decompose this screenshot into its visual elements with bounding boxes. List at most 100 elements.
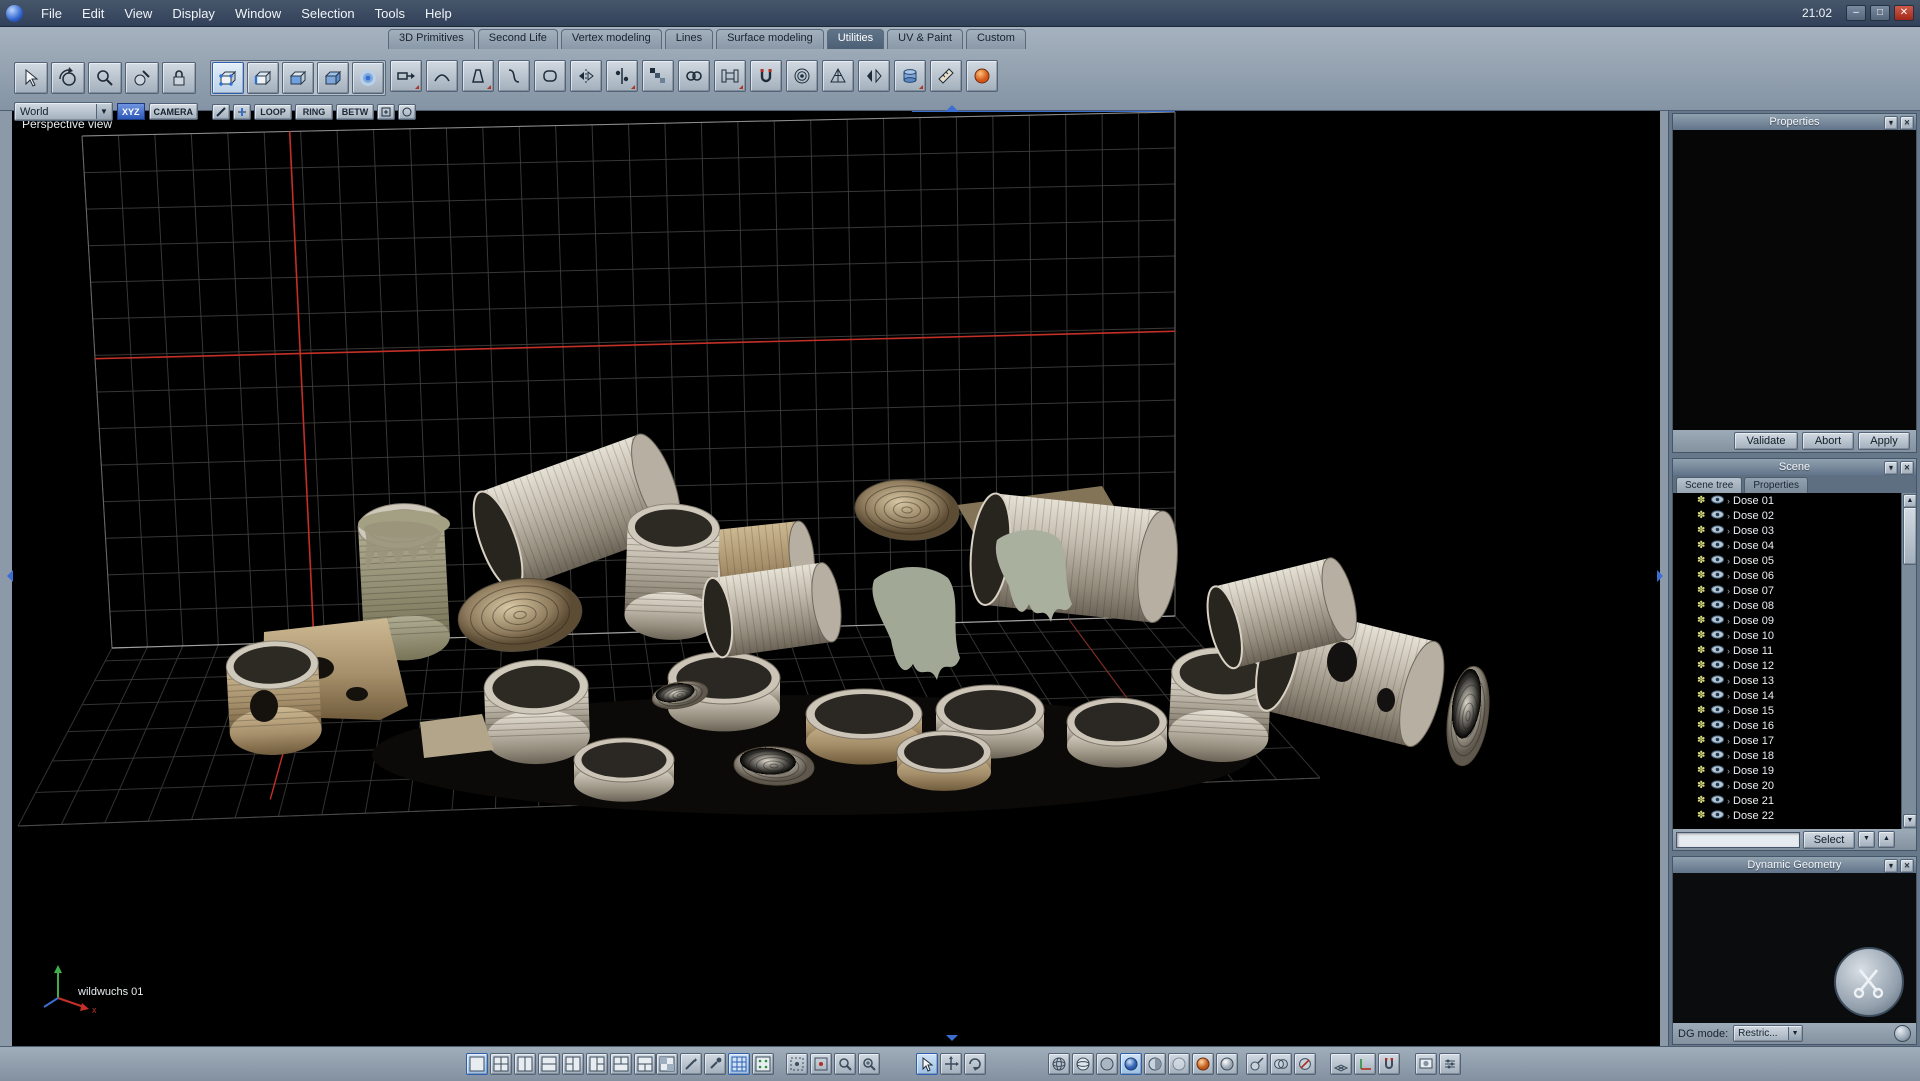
expander-icon[interactable]: ›	[1727, 571, 1730, 581]
decimate-tool-icon[interactable]	[822, 60, 854, 92]
paintbrush-icon[interactable]	[704, 1053, 726, 1075]
normals-icon[interactable]	[1246, 1053, 1268, 1075]
select-arrow-icon[interactable]	[14, 62, 48, 94]
menu-display[interactable]: Display	[162, 6, 225, 21]
scene-tree-item[interactable]: ✽›Dose 13	[1673, 673, 1902, 688]
visibility-eye-icon[interactable]	[1711, 645, 1724, 657]
camera-lock-icon[interactable]	[162, 62, 196, 94]
tab-uv-paint[interactable]: UV & Paint	[887, 29, 963, 49]
scene-tree-item[interactable]: ✽›Dose 01	[1673, 493, 1902, 508]
select-edges-icon[interactable]	[247, 62, 279, 94]
copy-on-support-tool-icon[interactable]	[606, 60, 638, 92]
scene-tree-item[interactable]: ✽›Dose 21	[1673, 793, 1902, 808]
tab-lines[interactable]: Lines	[665, 29, 713, 49]
move-tool-icon[interactable]	[940, 1053, 962, 1075]
expander-icon[interactable]: ›	[1727, 811, 1730, 821]
visibility-eye-icon[interactable]	[1711, 735, 1724, 747]
flip-tool-icon[interactable]	[858, 60, 890, 92]
show-axes-icon[interactable]	[1354, 1053, 1376, 1075]
grow-selection-icon[interactable]	[377, 104, 395, 120]
twist-tool-icon[interactable]	[498, 60, 530, 92]
world-space-select[interactable]: World ▼	[14, 102, 113, 121]
menu-view[interactable]: View	[114, 6, 162, 21]
expander-icon[interactable]: ›	[1727, 556, 1730, 566]
dynamic-geometry-title[interactable]: Dynamic Geometry ▾ ✕	[1673, 857, 1916, 873]
snap-grid-icon[interactable]	[728, 1053, 750, 1075]
backface-culling-icon[interactable]	[1294, 1053, 1316, 1075]
expander-icon[interactable]: ›	[1727, 676, 1730, 686]
scene-tree-item[interactable]: ✽›Dose 14	[1673, 688, 1902, 703]
thickness-tool-icon[interactable]	[894, 60, 926, 92]
multiple-copies-tool-icon[interactable]	[642, 60, 674, 92]
expander-icon[interactable]: ›	[1727, 511, 1730, 521]
tab-3d-primitives[interactable]: 3D Primitives	[388, 29, 475, 49]
scene-tree-item[interactable]: ✽›Dose 12	[1673, 658, 1902, 673]
expander-icon[interactable]: ›	[1727, 526, 1730, 536]
chevron-down-icon[interactable]: ▼	[1788, 1027, 1801, 1040]
pencil-icon[interactable]	[212, 104, 230, 120]
pane-splitter-left-icon[interactable]	[1, 570, 13, 582]
scene-tree-item[interactable]: ✽›Dose 06	[1673, 568, 1902, 583]
shading-wireframe-icon[interactable]	[1048, 1053, 1070, 1075]
zoom-region-icon[interactable]	[858, 1053, 880, 1075]
preferences-icon[interactable]	[1439, 1053, 1461, 1075]
expander-icon[interactable]: ›	[1727, 586, 1730, 596]
snap-magnet-icon[interactable]	[1378, 1053, 1400, 1075]
uv-checker-icon[interactable]	[656, 1053, 678, 1075]
bend-tool-icon[interactable]	[426, 60, 458, 92]
select-button[interactable]: Select	[1803, 831, 1855, 849]
menu-tools[interactable]: Tools	[365, 6, 415, 21]
close-panel-icon[interactable]: ✕	[1900, 859, 1914, 873]
bridge-tool-icon[interactable]	[714, 60, 746, 92]
expander-icon[interactable]: ›	[1727, 796, 1730, 806]
tab-scene-properties[interactable]: Properties	[1744, 477, 1808, 493]
select-soft-icon[interactable]	[352, 62, 384, 94]
scroll-thumb[interactable]	[1903, 507, 1916, 565]
tab-surface-modeling[interactable]: Surface modeling	[716, 29, 824, 49]
visibility-eye-icon[interactable]	[1711, 555, 1724, 567]
visibility-eye-icon[interactable]	[1711, 510, 1724, 522]
scene-tree-item[interactable]: ✽›Dose 04	[1673, 538, 1902, 553]
maximize-button[interactable]: □	[1870, 5, 1890, 21]
layout-three-bottom-icon[interactable]	[634, 1053, 656, 1075]
expander-icon[interactable]: ›	[1727, 601, 1730, 611]
rollup-icon[interactable]: ▾	[1884, 461, 1898, 475]
expander-icon[interactable]: ›	[1727, 781, 1730, 791]
menu-help[interactable]: Help	[415, 6, 462, 21]
ring-select-button[interactable]: RING	[295, 104, 333, 120]
visibility-eye-icon[interactable]	[1711, 750, 1724, 762]
minimize-button[interactable]: –	[1846, 5, 1866, 21]
stretch-tool-icon[interactable]	[390, 60, 422, 92]
scene-tree-item[interactable]: ✽›Dose 16	[1673, 718, 1902, 733]
select-up-icon[interactable]: ▲	[1878, 831, 1895, 848]
abort-button[interactable]: Abort	[1802, 432, 1854, 450]
scene-tree-item[interactable]: ✽›Dose 10	[1673, 628, 1902, 643]
select-tool-icon[interactable]	[916, 1053, 938, 1075]
visibility-eye-icon[interactable]	[1711, 810, 1724, 822]
close-panel-icon[interactable]: ✕	[1900, 116, 1914, 130]
shading-smooth-icon[interactable]	[1120, 1053, 1142, 1075]
expander-icon[interactable]: ›	[1727, 751, 1730, 761]
expander-icon[interactable]: ›	[1727, 661, 1730, 671]
ruler-tool-icon[interactable]	[930, 60, 962, 92]
scene-tree-item[interactable]: ✽›Dose 15	[1673, 703, 1902, 718]
scene-tree-item[interactable]: ✽›Dose 19	[1673, 763, 1902, 778]
expander-icon[interactable]: ›	[1727, 691, 1730, 701]
scene-scrollbar[interactable]: ▲ ▼	[1901, 493, 1916, 829]
visibility-eye-icon[interactable]	[1711, 585, 1724, 597]
chevron-down-icon[interactable]: ▼	[96, 104, 111, 119]
expander-icon[interactable]: ›	[1727, 541, 1730, 551]
dg-weight-knob[interactable]	[1834, 947, 1904, 1017]
visibility-eye-icon[interactable]	[1711, 720, 1724, 732]
soft-selection-tool-icon[interactable]	[786, 60, 818, 92]
rollup-icon[interactable]: ▾	[1884, 859, 1898, 873]
select-objects-icon[interactable]	[317, 62, 349, 94]
select-down-icon[interactable]: ▼	[1858, 831, 1875, 848]
render-settings-icon[interactable]	[1415, 1053, 1437, 1075]
edge-slide-icon[interactable]	[233, 104, 251, 120]
shading-hidden-line-icon[interactable]	[1072, 1053, 1094, 1075]
select-faces-icon[interactable]	[282, 62, 314, 94]
expander-icon[interactable]: ›	[1727, 766, 1730, 776]
visibility-eye-icon[interactable]	[1711, 660, 1724, 672]
rotate-tool-icon[interactable]	[964, 1053, 986, 1075]
